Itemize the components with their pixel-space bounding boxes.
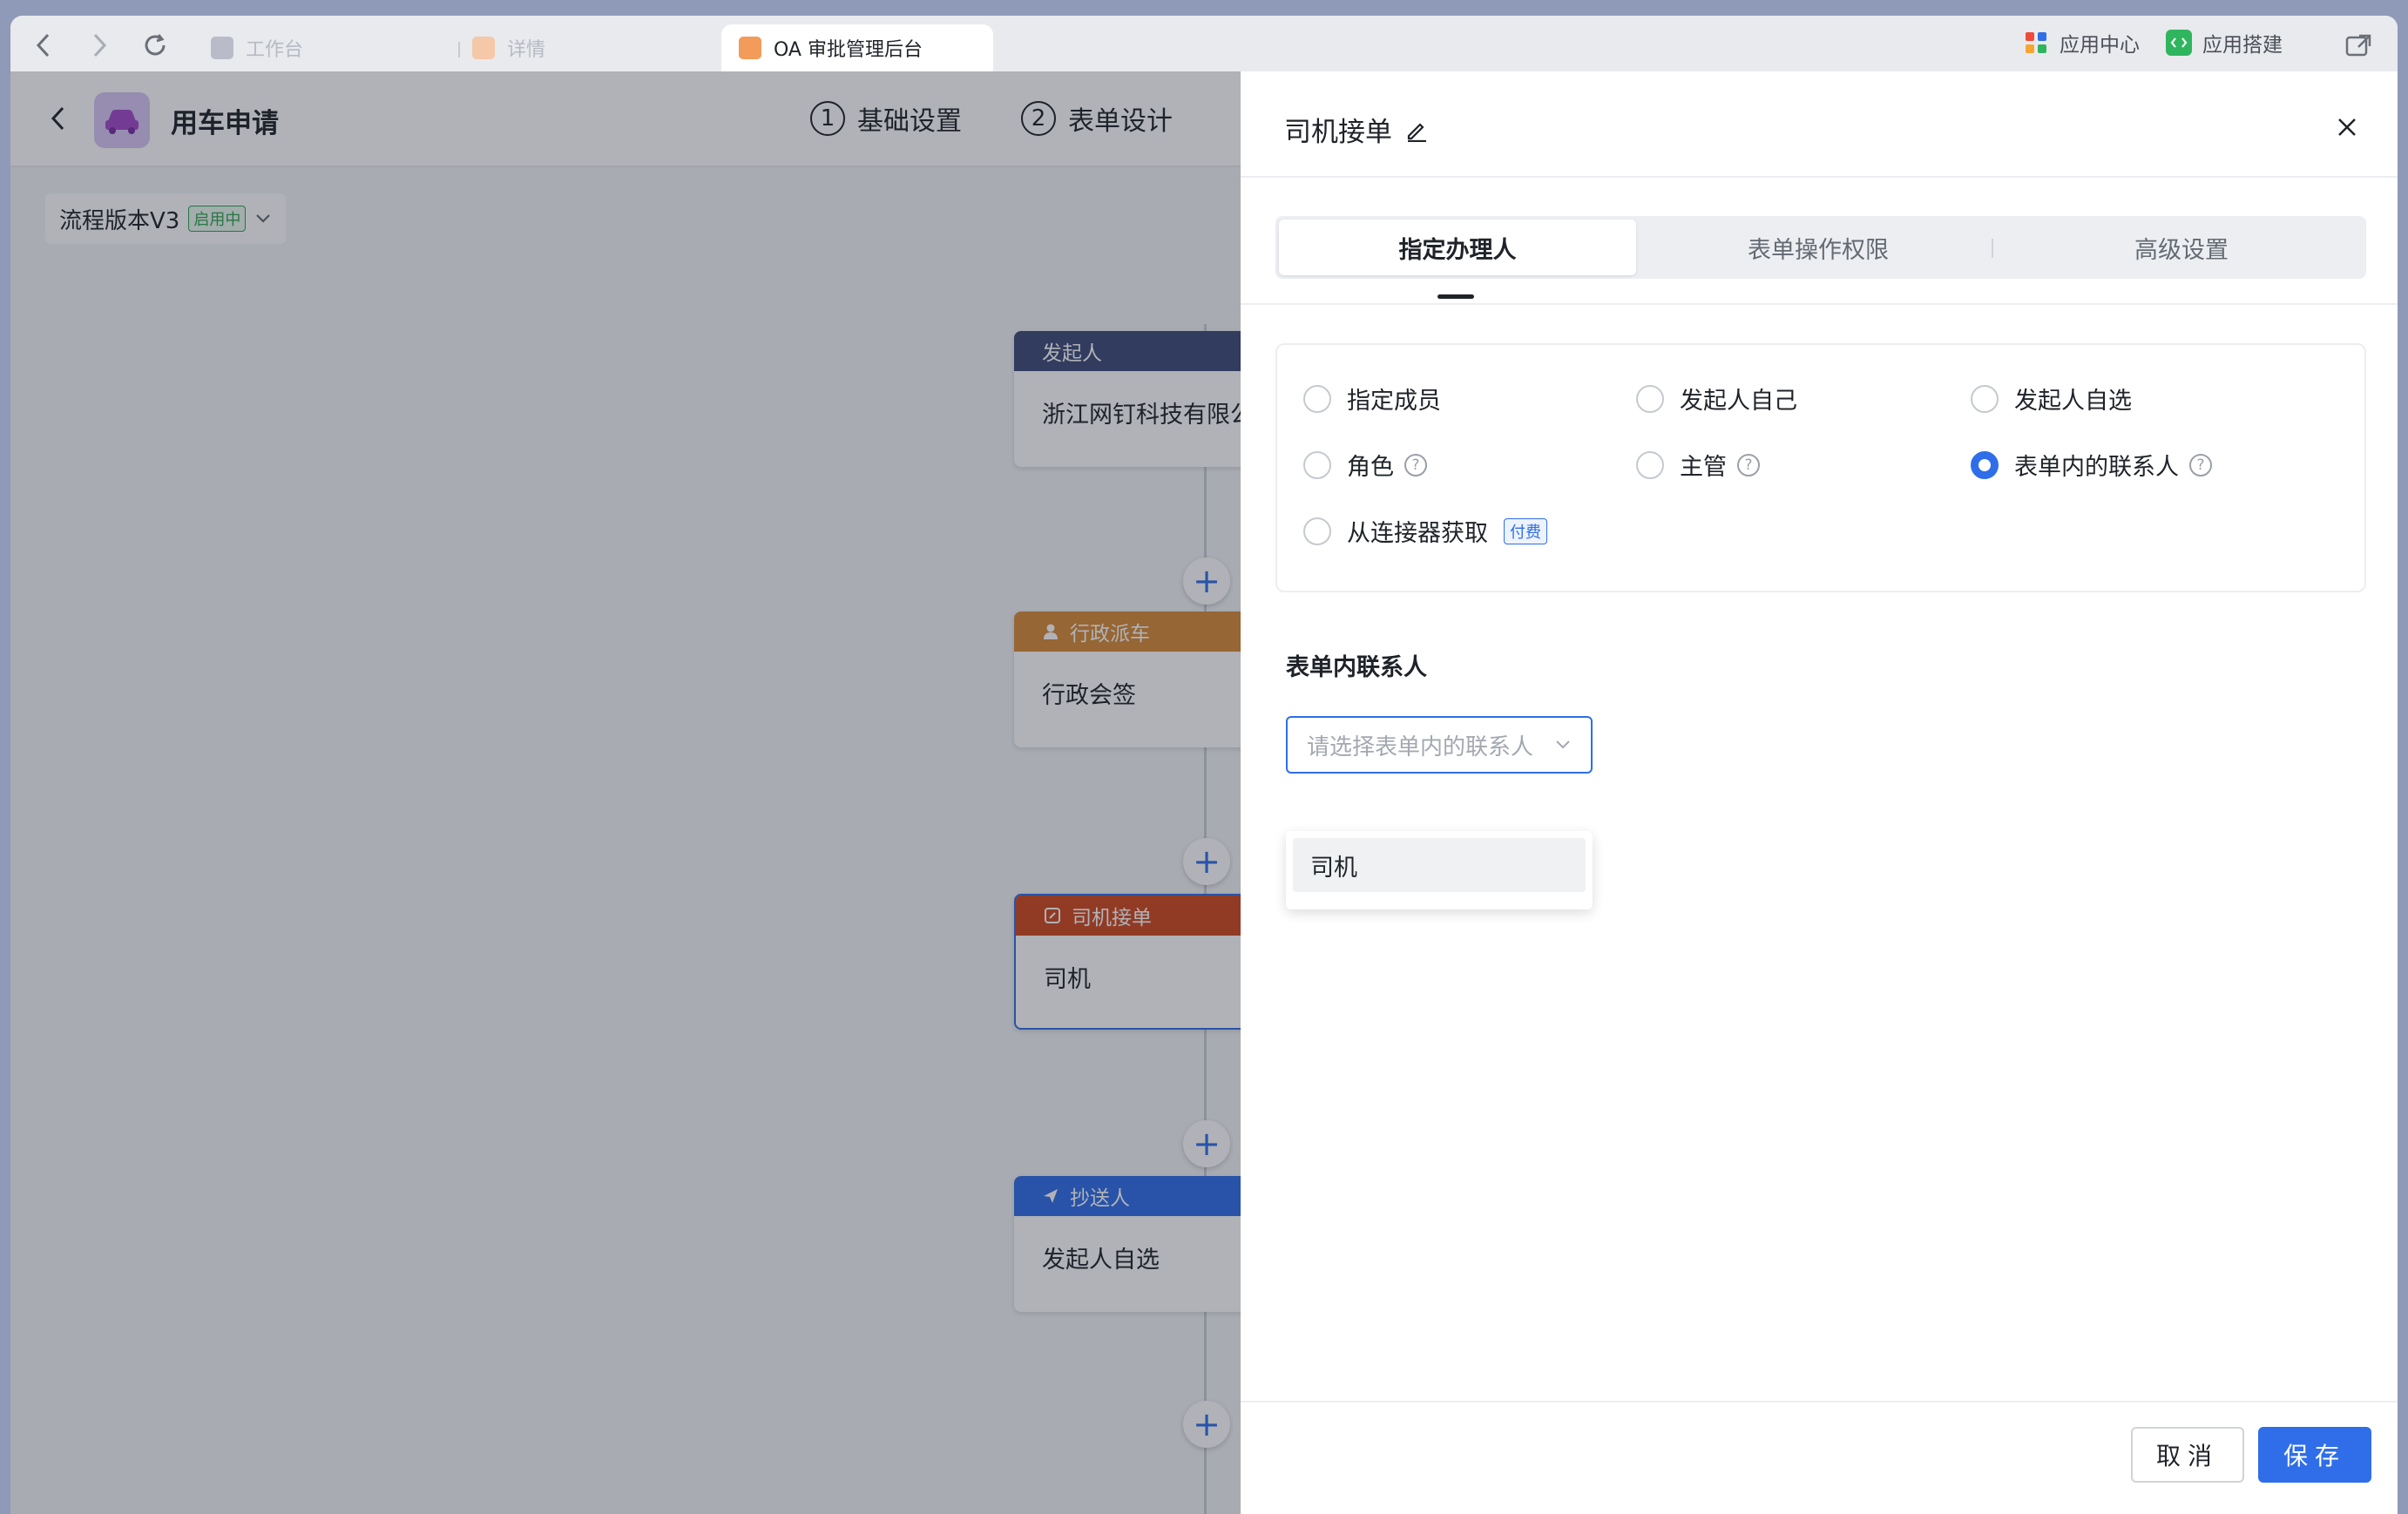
radio[interactable] (1303, 384, 1331, 413)
app-center-link[interactable]: 应用中心 (2023, 28, 2140, 57)
code-icon (2166, 30, 2192, 56)
save-button[interactable]: 保存 (2258, 1427, 2371, 1483)
option-initiator-self[interactable]: 发起人自己 (1636, 382, 1797, 416)
option-role[interactable]: 角色 ? (1303, 448, 1427, 482)
option-specified-member[interactable]: 指定成员 (1303, 382, 1441, 416)
back-icon[interactable] (26, 28, 61, 63)
radio[interactable] (1636, 450, 1664, 479)
close-icon[interactable] (2330, 110, 2364, 145)
browser-tab-workbench[interactable]: 工作台 (211, 24, 303, 71)
external-window-icon[interactable] (2342, 28, 2377, 63)
radio[interactable] (1971, 384, 1999, 413)
help-icon[interactable]: ? (1737, 453, 1760, 477)
form-contact-select[interactable]: 请选择表单内的联系人 (1286, 716, 1593, 774)
cancel-button[interactable]: 取消 (2131, 1427, 2244, 1483)
pencil-icon[interactable] (1404, 118, 1429, 142)
assignee-options: 指定成员 发起人自己 发起人自选 角色 ? 主管 ? 表单内的联系人 ? 从连接… (1275, 343, 2366, 592)
drawer-title: 司机接单 (1284, 110, 1429, 149)
divider (1241, 303, 2398, 305)
help-icon[interactable]: ? (1404, 453, 1427, 477)
option-initiator-choose[interactable]: 发起人自选 (1971, 382, 2132, 416)
browser-tabbar: 工作台 详情 OA 审批管理后台 应用中心 应用搭建 (10, 16, 2398, 71)
refresh-icon[interactable] (138, 28, 172, 63)
footer-divider (1241, 1401, 2398, 1402)
browser-tab-oa[interactable]: OA 审批管理后台 (721, 24, 993, 71)
option-from-connector[interactable]: 从连接器获取 付费 (1303, 514, 1547, 548)
dropdown-option-driver[interactable]: 司机 (1293, 838, 1586, 892)
paid-badge: 付费 (1504, 517, 1547, 544)
browser-tab-details[interactable]: 详情 (472, 24, 545, 71)
radio-checked[interactable] (1971, 450, 1999, 479)
option-form-contact[interactable]: 表单内的联系人 ? (1971, 448, 2212, 482)
radio[interactable] (1636, 384, 1664, 413)
help-icon[interactable]: ? (2189, 453, 2212, 477)
modal-overlay[interactable] (10, 71, 1241, 1514)
tab-advanced[interactable]: 高级设置 (2000, 220, 2363, 275)
browser-window: 工作台 详情 OA 审批管理后台 应用中心 应用搭建 用车申请 1 基础设置 2… (10, 16, 2398, 1514)
divider (1241, 176, 2398, 178)
workbench-icon (211, 37, 233, 59)
user-icon (739, 37, 761, 59)
tab-form-permissions[interactable]: 表单操作权限 (1640, 220, 1997, 275)
app-builder-link[interactable]: 应用搭建 (2166, 28, 2283, 57)
tab-separator (1992, 239, 1993, 258)
radio[interactable] (1303, 517, 1331, 545)
active-tab-indicator (1437, 294, 1474, 299)
form-contact-label: 表单内联系人 (1286, 654, 1427, 681)
forward-icon[interactable] (82, 28, 117, 63)
radio[interactable] (1303, 450, 1331, 479)
contact-dropdown: 司机 (1286, 831, 1593, 909)
settings-tabs: 指定办理人 表单操作权限 高级设置 (1275, 216, 2366, 279)
option-supervisor[interactable]: 主管 ? (1636, 448, 1760, 482)
tab-separator (458, 42, 460, 57)
chevron-down-icon (1556, 740, 1570, 749)
node-settings-drawer: 司机接单 指定办理人 表单操作权限 高级设置 指定成员 发起人自己 发起人自选 … (1241, 71, 2398, 1514)
app-grid-icon (2023, 30, 2049, 56)
user-icon (472, 37, 495, 59)
tab-assignee[interactable]: 指定办理人 (1279, 220, 1636, 275)
